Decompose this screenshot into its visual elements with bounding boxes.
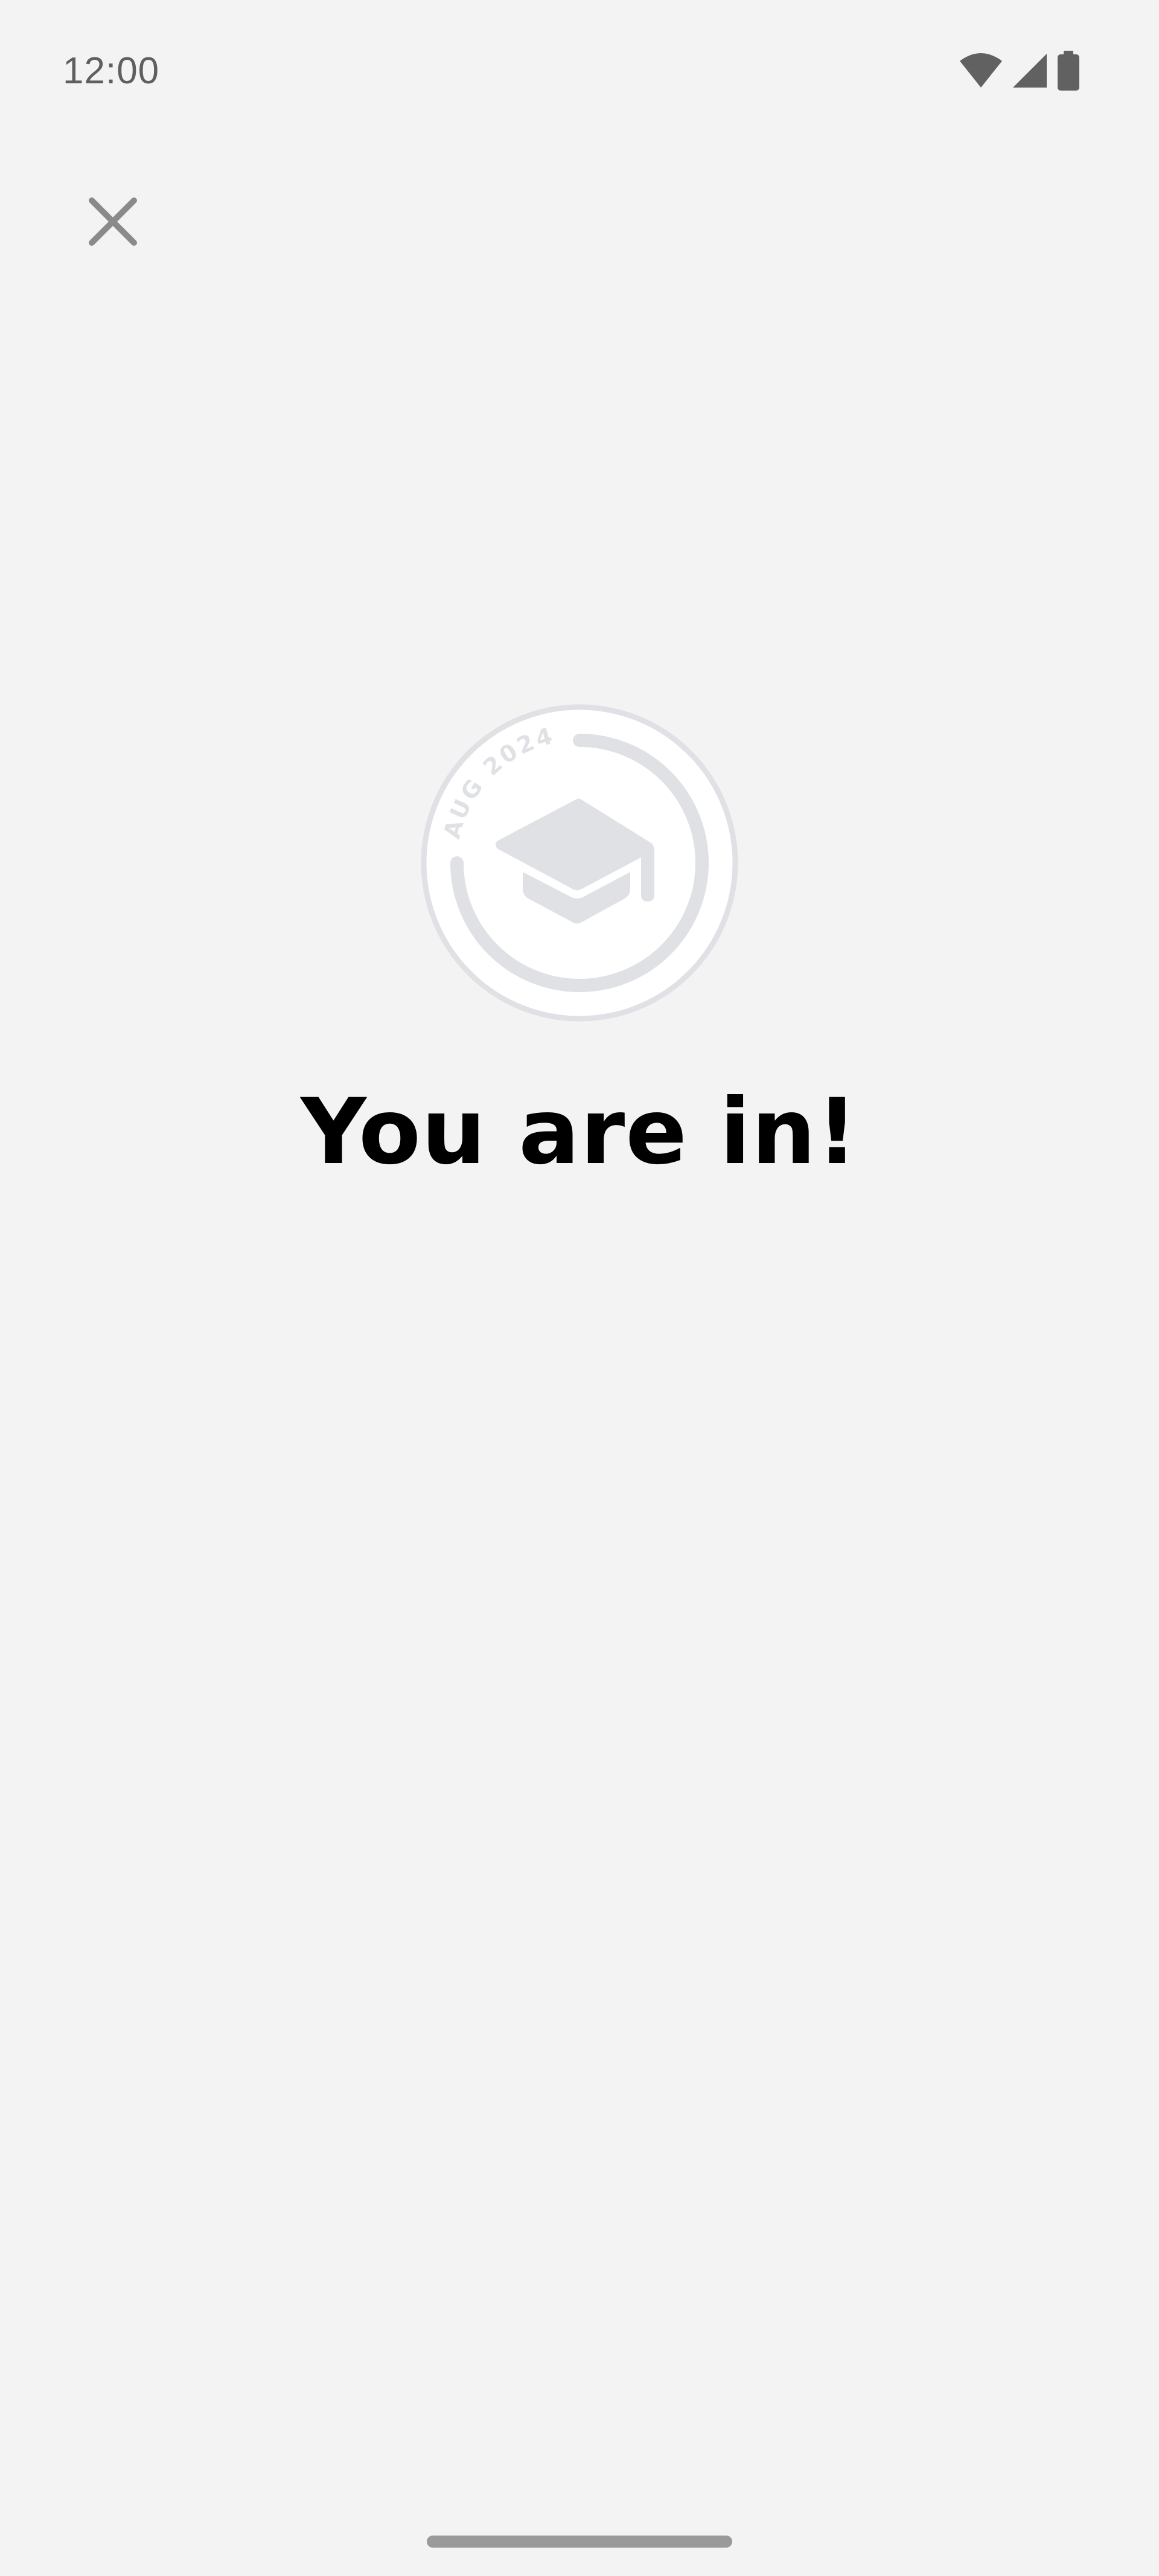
cellular-signal-icon [1012,53,1048,89]
close-button[interactable] [74,182,152,261]
wifi-icon [959,53,1003,89]
gesture-nav-handle[interactable] [427,2536,732,2548]
status-icons [959,50,1081,92]
badge: AUG 2024 [421,704,738,1022]
headline: You are in! [301,1080,858,1185]
status-time: 12:00 [63,50,160,92]
close-icon [89,197,137,246]
status-bar: 12:00 [0,0,1159,139]
battery-icon [1056,51,1081,91]
